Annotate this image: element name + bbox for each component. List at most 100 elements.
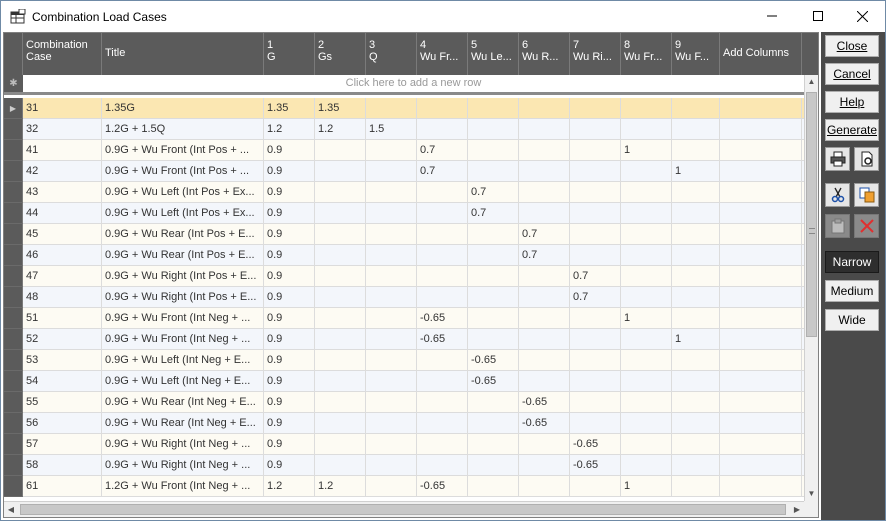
table-cell[interactable]: 0.9 (264, 161, 315, 181)
table-cell[interactable] (366, 392, 417, 412)
table-cell[interactable]: 1 (621, 476, 672, 496)
table-cell[interactable] (720, 392, 802, 412)
table-cell[interactable]: 0.9 (264, 392, 315, 412)
table-cell[interactable]: 0.7 (570, 266, 621, 286)
row-selector[interactable] (4, 308, 23, 329)
table-cell[interactable] (570, 350, 621, 370)
row-selector[interactable] (4, 392, 23, 413)
table-cell[interactable]: 0.9G + Wu Front (Int Neg + ... (102, 329, 264, 349)
table-cell[interactable] (468, 308, 519, 328)
table-cell[interactable] (720, 140, 802, 160)
table-cell[interactable]: 47 (23, 266, 102, 286)
table-cell[interactable]: -0.65 (417, 476, 468, 496)
column-header[interactable]: 4 Wu Fr... (417, 33, 468, 75)
table-cell[interactable]: 0.9G + Wu Left (Int Pos + Ex... (102, 203, 264, 223)
table-cell[interactable]: 1.35G (102, 98, 264, 118)
table-cell[interactable] (621, 203, 672, 223)
wide-button[interactable]: Wide (825, 309, 879, 331)
table-cell[interactable] (672, 434, 720, 454)
row-selector[interactable] (4, 371, 23, 392)
table-cell[interactable] (468, 413, 519, 433)
table-cell[interactable]: 0.7 (417, 140, 468, 160)
table-cell[interactable] (417, 203, 468, 223)
copy-button[interactable] (854, 183, 879, 207)
table-cell[interactable]: 32 (23, 119, 102, 139)
table-cell[interactable]: 53 (23, 350, 102, 370)
table-cell[interactable]: 1 (621, 308, 672, 328)
table-cell[interactable] (519, 329, 570, 349)
row-selector[interactable] (4, 413, 23, 434)
table-cell[interactable] (570, 308, 621, 328)
column-header[interactable]: 3Q (366, 33, 417, 75)
table-cell[interactable]: 0.9 (264, 287, 315, 307)
narrow-button[interactable]: Narrow (825, 251, 879, 273)
table-cell[interactable] (621, 161, 672, 181)
table-cell[interactable]: 0.9G + Wu Right (Int Pos + E... (102, 287, 264, 307)
table-cell[interactable] (621, 455, 672, 475)
current-row-indicator-icon[interactable]: ▶ (4, 98, 23, 119)
table-row[interactable]: 46 0.9G + Wu Rear (Int Pos + E... 0.9 0.7 (4, 245, 804, 266)
table-cell[interactable]: 1.2G + 1.5Q (102, 119, 264, 139)
scroll-right-icon[interactable]: ▶ (790, 503, 804, 517)
table-cell[interactable]: 1.2G + Wu Front (Int Neg + ... (102, 476, 264, 496)
table-cell[interactable] (621, 182, 672, 202)
table-cell[interactable] (315, 161, 366, 181)
table-cell[interactable] (417, 245, 468, 265)
table-cell[interactable]: 0.9G + Wu Right (Int Neg + ... (102, 455, 264, 475)
column-header[interactable]: Title (102, 33, 264, 75)
table-cell[interactable] (417, 455, 468, 475)
table-cell[interactable] (621, 392, 672, 412)
table-cell[interactable] (570, 161, 621, 181)
row-selector[interactable] (4, 434, 23, 455)
table-row[interactable]: 51 0.9G + Wu Front (Int Neg + ... 0.9 -0.65… (4, 308, 804, 329)
table-cell[interactable] (672, 182, 720, 202)
table-cell[interactable]: 45 (23, 224, 102, 244)
table-cell[interactable] (621, 329, 672, 349)
maximize-button[interactable] (795, 1, 841, 31)
table-cell[interactable] (570, 98, 621, 118)
table-cell[interactable] (720, 98, 802, 118)
table-cell[interactable] (570, 392, 621, 412)
table-row[interactable]: 42 0.9G + Wu Front (Int Pos + ... 0.9 0.7 1 (4, 161, 804, 182)
table-cell[interactable] (672, 350, 720, 370)
table-cell[interactable] (672, 224, 720, 244)
table-cell[interactable] (672, 371, 720, 391)
table-cell[interactable]: 58 (23, 455, 102, 475)
table-cell[interactable] (315, 434, 366, 454)
table-cell[interactable]: 0.7 (417, 161, 468, 181)
table-cell[interactable] (672, 245, 720, 265)
table-cell[interactable]: 1 (672, 329, 720, 349)
table-cell[interactable] (720, 287, 802, 307)
table-cell[interactable] (315, 413, 366, 433)
table-cell[interactable] (417, 119, 468, 139)
table-cell[interactable] (672, 455, 720, 475)
table-cell[interactable]: 0.9 (264, 350, 315, 370)
table-cell[interactable] (672, 413, 720, 433)
table-cell[interactable] (519, 203, 570, 223)
table-cell[interactable] (672, 308, 720, 328)
table-cell[interactable] (417, 224, 468, 244)
table-cell[interactable] (720, 455, 802, 475)
table-cell[interactable] (570, 329, 621, 349)
table-cell[interactable] (720, 476, 802, 496)
table-cell[interactable]: 46 (23, 245, 102, 265)
generate-button[interactable]: Generate (825, 119, 879, 141)
column-header[interactable]: 8 Wu Fr... (621, 33, 672, 75)
table-cell[interactable]: 0.9 (264, 308, 315, 328)
cut-button[interactable] (825, 183, 850, 207)
table-cell[interactable] (570, 140, 621, 160)
table-cell[interactable] (621, 413, 672, 433)
table-cell[interactable] (315, 392, 366, 412)
table-row[interactable]: 53 0.9G + Wu Left (Int Neg + E... 0.9 -0.65 (4, 350, 804, 371)
table-cell[interactable]: 0.9 (264, 224, 315, 244)
table-cell[interactable] (720, 203, 802, 223)
new-row-prompt[interactable]: Click here to add a new row (23, 75, 804, 92)
table-cell[interactable] (672, 203, 720, 223)
table-cell[interactable]: 0.7 (519, 224, 570, 244)
table-cell[interactable]: 0.9 (264, 434, 315, 454)
table-cell[interactable] (315, 329, 366, 349)
table-cell[interactable] (417, 392, 468, 412)
table-cell[interactable]: 1 (672, 161, 720, 181)
table-cell[interactable] (417, 434, 468, 454)
table-cell[interactable] (468, 119, 519, 139)
